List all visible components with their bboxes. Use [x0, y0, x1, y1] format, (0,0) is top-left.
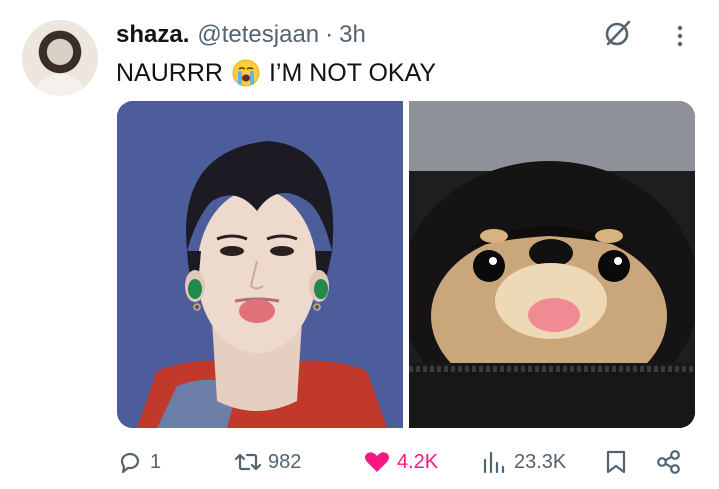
action-bar: 1 982 4.2K 23.3K: [0, 445, 719, 479]
media-grid: [117, 101, 695, 428]
left-image[interactable]: [117, 101, 403, 428]
tweet-text-part-2: I’M NOT OKAY: [268, 58, 437, 87]
user-handle[interactable]: @tetesjaan: [197, 21, 319, 49]
heart-icon: [365, 452, 389, 472]
grok-icon[interactable]: [603, 18, 633, 48]
tweet-header: shaza. @tetesjaan · 3h: [116, 21, 366, 49]
separator-dot: ·: [325, 21, 334, 48]
reply-count: 1: [150, 450, 162, 473]
repost-button[interactable]: 982: [234, 445, 301, 479]
reply-button[interactable]: 1: [116, 445, 161, 479]
tweet-text: NAURRR I’M NOT OKAY: [116, 58, 436, 88]
share-icon: [657, 450, 680, 474]
more-icon[interactable]: [670, 22, 690, 52]
avatar-shirt: [32, 74, 88, 96]
display-name[interactable]: shaza.: [116, 21, 189, 49]
reply-icon: [120, 452, 140, 474]
bookmark-icon: [606, 450, 626, 474]
timestamp[interactable]: 3h: [339, 21, 366, 49]
views-button[interactable]: 23.3K: [480, 445, 566, 479]
dog-illustration: [409, 101, 695, 428]
share-button[interactable]: [655, 445, 683, 479]
loudly-crying-face-icon: [232, 59, 260, 87]
tweet-text-part-1: NAURRR: [116, 58, 223, 87]
bookmark-button[interactable]: [603, 445, 629, 479]
view-count: 23.3K: [514, 450, 567, 473]
right-image[interactable]: [409, 101, 695, 428]
repost-count: 982: [268, 450, 302, 473]
like-count: 4.2K: [397, 450, 439, 473]
avatar[interactable]: [22, 20, 98, 96]
views-icon: [483, 451, 505, 474]
like-button[interactable]: 4.2K: [363, 445, 438, 479]
person-illustration: [117, 101, 403, 428]
repost-icon: [234, 453, 262, 471]
